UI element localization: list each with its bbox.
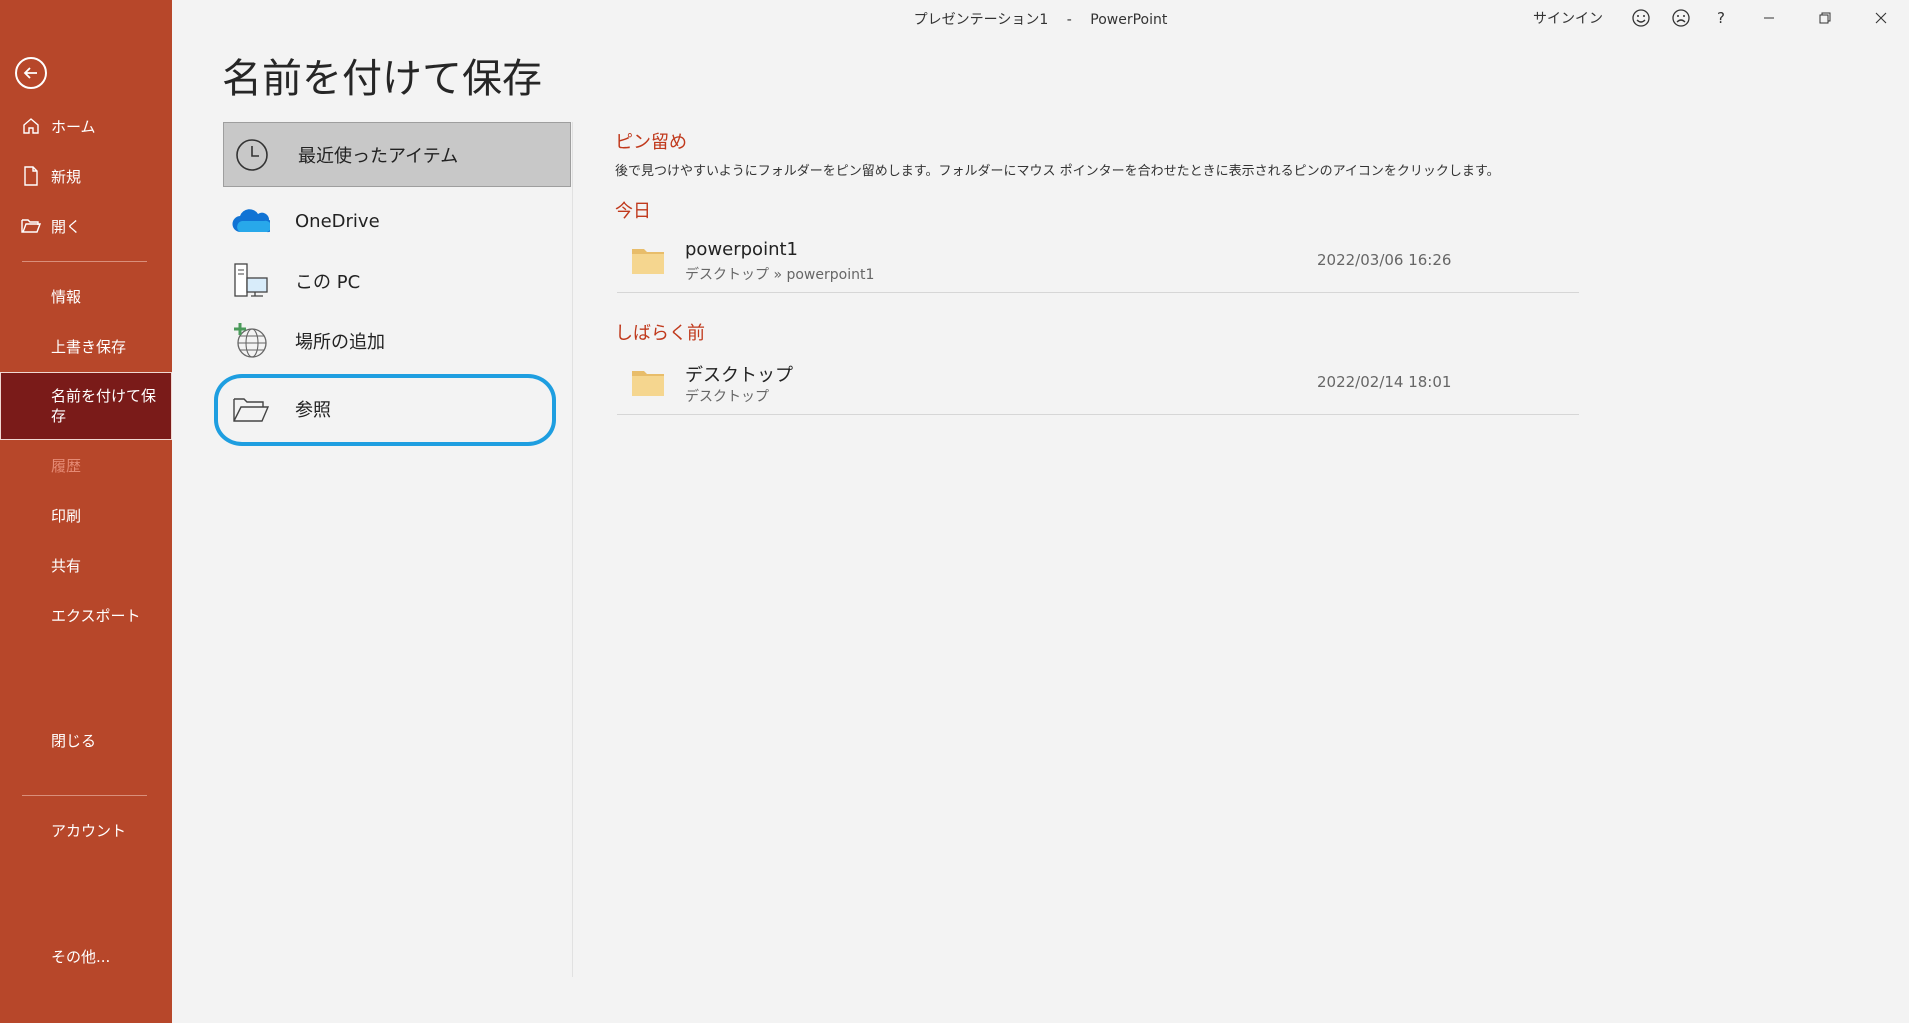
sidebar-item-home[interactable]: ホーム bbox=[0, 104, 172, 148]
sidebar-item-label: 印刷 bbox=[51, 506, 82, 525]
list-item[interactable]: デスクトップ デスクトップ 2022/02/14 18:01 bbox=[617, 351, 1579, 415]
sidebar-item-label: 新規 bbox=[51, 167, 82, 186]
browse-highlight-annotation bbox=[214, 374, 556, 446]
sidebar-item-label: 情報 bbox=[51, 287, 82, 306]
panel-divider bbox=[572, 122, 573, 977]
minimize-button[interactable] bbox=[1741, 0, 1797, 36]
sidebar-item-save[interactable]: 上書き保存 bbox=[0, 324, 172, 368]
folder-path: デスクトップ bbox=[685, 389, 769, 405]
location-label: OneDrive bbox=[295, 210, 380, 232]
folder-name: powerpoint1 bbox=[685, 239, 798, 260]
folder-date: 2022/03/06 16:26 bbox=[1317, 251, 1452, 269]
back-button[interactable] bbox=[15, 57, 47, 89]
app-name: PowerPoint bbox=[1090, 12, 1168, 28]
minimize-icon bbox=[1764, 17, 1774, 19]
sidebar-item-label: 上書き保存 bbox=[51, 337, 127, 356]
signin-link[interactable]: サインイン bbox=[1533, 8, 1603, 28]
sidebar-item-label: 共有 bbox=[51, 556, 82, 575]
sidebar-item-share[interactable]: 共有 bbox=[0, 543, 172, 587]
sidebar-item-export[interactable]: エクスポート bbox=[0, 593, 172, 637]
sidebar-item-label: アカウント bbox=[51, 821, 127, 840]
folder-name: デスクトップ bbox=[685, 365, 793, 386]
sidebar-item-label: その他... bbox=[51, 947, 111, 966]
sidebar-divider bbox=[22, 795, 147, 796]
location-label: 場所の追加 bbox=[295, 332, 385, 353]
smile-feedback-icon[interactable] bbox=[1621, 0, 1661, 36]
help-icon[interactable]: ? bbox=[1701, 0, 1741, 36]
frown-feedback-icon[interactable] bbox=[1661, 0, 1701, 36]
location-label: この PC bbox=[295, 272, 361, 293]
add-place-globe-icon bbox=[231, 321, 271, 361]
backstage-sidebar: ホーム 新規 開く 情報 上書き保存 名前を付けて保存 履歴 印刷 共有 エクス… bbox=[0, 0, 172, 1023]
folder-icon bbox=[631, 367, 665, 401]
open-folder-icon bbox=[20, 215, 42, 237]
location-label: 最近使ったアイテム bbox=[298, 145, 459, 167]
location-recent[interactable]: 最近使ったアイテム bbox=[223, 122, 571, 187]
sidebar-item-close[interactable]: 閉じる bbox=[0, 718, 172, 762]
group-title-today: 今日 bbox=[615, 201, 651, 222]
group-title-earlier: しばらく前 bbox=[615, 323, 705, 344]
location-this-pc[interactable]: この PC bbox=[223, 251, 571, 311]
sidebar-item-print[interactable]: 印刷 bbox=[0, 493, 172, 537]
restore-button[interactable] bbox=[1797, 0, 1853, 36]
location-onedrive[interactable]: OneDrive bbox=[223, 191, 571, 251]
list-item[interactable]: powerpoint1 デスクトップ » powerpoint1 2022/03… bbox=[617, 229, 1579, 293]
folder-date: 2022/02/14 18:01 bbox=[1317, 373, 1452, 391]
pinned-description: 後で見つけやすいようにフォルダーをピン留めします。フォルダーにマウス ポインター… bbox=[615, 164, 1500, 179]
arrow-left-icon bbox=[23, 67, 37, 79]
title-bar-controls: サインイン ? bbox=[1533, 0, 1909, 36]
title-bar: プレゼンテーション1 - PowerPoint サインイン ? bbox=[172, 0, 1909, 36]
sidebar-item-new[interactable]: 新規 bbox=[0, 154, 172, 198]
page-title: 名前を付けて保存 bbox=[222, 56, 542, 102]
sidebar-item-label: 履歴 bbox=[51, 456, 82, 475]
restore-icon bbox=[1819, 12, 1831, 24]
sidebar-divider bbox=[22, 261, 147, 262]
close-icon bbox=[1875, 12, 1887, 24]
folder-icon bbox=[631, 245, 665, 279]
sidebar-item-info[interactable]: 情報 bbox=[0, 274, 172, 318]
document-name: プレゼンテーション1 bbox=[913, 12, 1049, 28]
sidebar-item-open[interactable]: 開く bbox=[0, 204, 172, 248]
computer-icon bbox=[231, 261, 271, 301]
sidebar-item-more[interactable]: その他... bbox=[0, 934, 172, 978]
recent-folders-panel: ピン留め 後で見つけやすいようにフォルダーをピン留めします。フォルダーにマウス … bbox=[615, 128, 1580, 415]
sidebar-item-save-as[interactable]: 名前を付けて保存 bbox=[0, 372, 172, 440]
sidebar-item-history: 履歴 bbox=[0, 443, 172, 487]
onedrive-cloud-icon bbox=[231, 201, 271, 241]
sidebar-item-label: エクスポート bbox=[51, 606, 141, 625]
location-add-place[interactable]: 場所の追加 bbox=[223, 311, 571, 371]
title-separator: - bbox=[1066, 12, 1072, 28]
sidebar-item-label: 閉じる bbox=[51, 731, 97, 750]
sidebar-item-label: ホーム bbox=[51, 117, 96, 136]
new-document-icon bbox=[20, 165, 42, 187]
clock-icon bbox=[232, 135, 272, 175]
powerpoint-backstage: ホーム 新規 開く 情報 上書き保存 名前を付けて保存 履歴 印刷 共有 エクス… bbox=[0, 0, 1909, 1023]
close-window-button[interactable] bbox=[1853, 0, 1909, 36]
pinned-section-title: ピン留め bbox=[615, 132, 687, 153]
home-icon bbox=[20, 115, 42, 137]
sidebar-item-account[interactable]: アカウント bbox=[0, 808, 172, 852]
sidebar-item-label: 名前を付けて保存 bbox=[51, 387, 157, 425]
folder-path: デスクトップ » powerpoint1 bbox=[685, 267, 875, 283]
sidebar-item-label: 開く bbox=[51, 217, 82, 236]
